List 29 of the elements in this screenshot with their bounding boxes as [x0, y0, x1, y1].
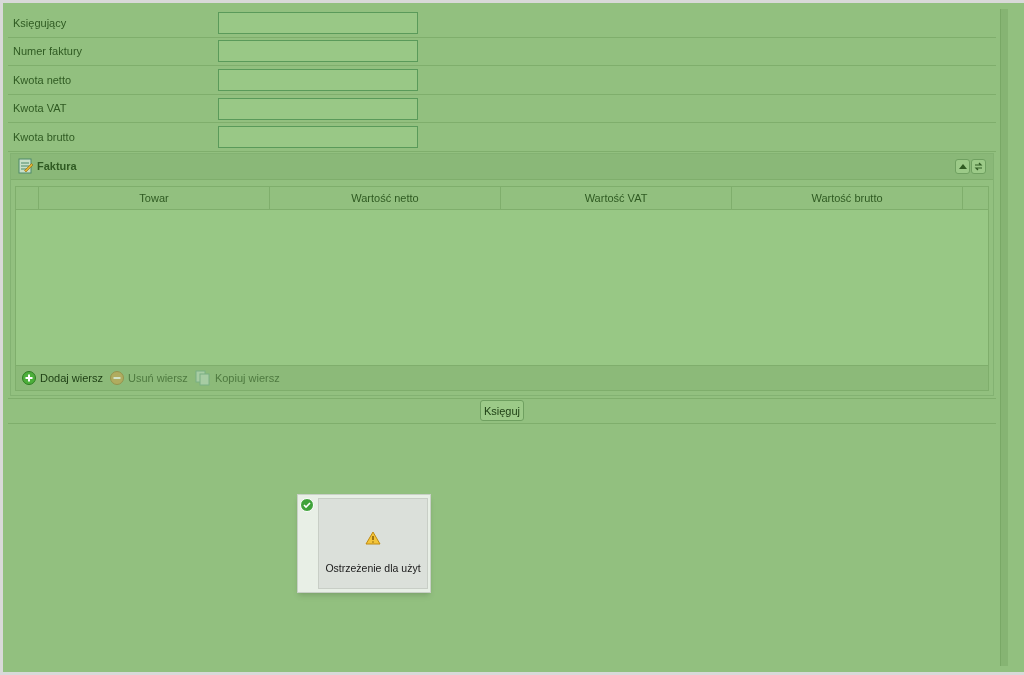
column-header[interactable]: Wartość netto: [270, 186, 501, 209]
text-input[interactable]: [218, 126, 418, 149]
field-label: Księgujący: [12, 15, 68, 31]
column-header[interactable]: Wartość VAT: [501, 186, 732, 209]
refresh-button[interactable]: [971, 158, 986, 174]
text-input[interactable]: [218, 69, 418, 91]
field-label: Kwota brutto: [12, 129, 76, 145]
field-label: Numer faktury: [12, 44, 84, 60]
text-input[interactable]: [218, 97, 418, 120]
minus-icon: [109, 370, 124, 385]
plus-icon: [22, 370, 36, 385]
scrollbar[interactable]: [1000, 9, 1008, 666]
form-edit-icon: [18, 158, 34, 175]
notification-text: Ostrzeżenie dla użyt: [325, 561, 421, 576]
field-label: Kwota netto: [12, 72, 73, 88]
field-label: Kwota VAT: [12, 101, 68, 117]
check-icon: [300, 498, 314, 512]
toolbar-button[interactable]: Dodaj wiersz: [22, 369, 103, 387]
column-header[interactable]: Towar: [39, 186, 270, 209]
warning-icon: [365, 531, 381, 545]
collapse-button[interactable]: [955, 158, 970, 174]
submit-button[interactable]: Księguj: [479, 400, 525, 422]
copy-icon: [194, 369, 211, 386]
refresh-icon: [974, 161, 983, 171]
column-header[interactable]: Wartość brutto: [732, 186, 963, 209]
text-input[interactable]: [218, 40, 418, 63]
triangle-up-icon: [958, 163, 967, 169]
text-input[interactable]: [218, 11, 418, 34]
panel-title: Faktura: [37, 159, 77, 175]
